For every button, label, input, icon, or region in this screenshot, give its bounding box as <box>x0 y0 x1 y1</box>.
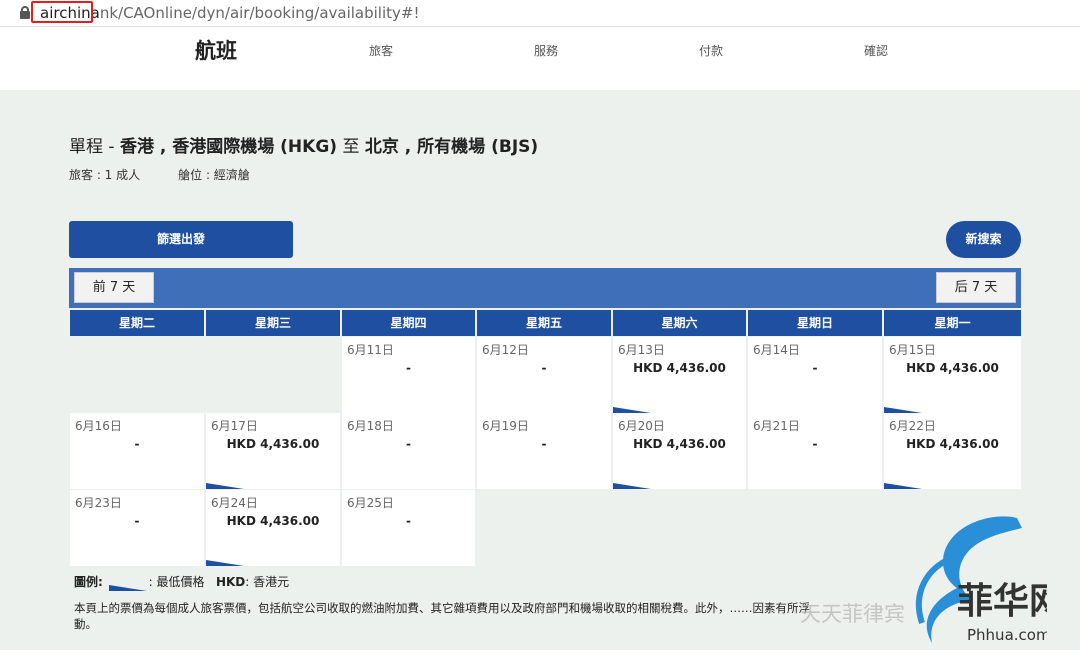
calendar-cell-empty <box>70 337 204 413</box>
calendar-cell[interactable]: 6月11日 - <box>342 337 475 413</box>
lowest-price-marker <box>613 483 651 489</box>
cell-date: 6月17日 <box>211 419 258 433</box>
prev-7-days-button[interactable]: 前 7 天 <box>74 272 154 303</box>
lowest-price-marker <box>206 483 244 489</box>
calendar-cell[interactable]: 6月18日 - <box>342 413 475 489</box>
calendar-cell[interactable]: 6月16日 - <box>70 413 204 489</box>
legend-title: 圖例: <box>74 575 103 589</box>
step-confirm[interactable]: 確認 <box>826 27 926 90</box>
cell-date: 6月11日 <box>347 343 394 357</box>
cell-date: 6月24日 <box>211 496 258 510</box>
cabin-class: 艙位 : 經濟艙 <box>178 168 250 182</box>
cell-date: 6月12日 <box>482 343 529 357</box>
cell-price: - <box>541 361 547 375</box>
cell-price: - <box>541 437 547 451</box>
day-header-sun: 星期日 <box>748 310 882 336</box>
trip-type: 單程 <box>69 137 103 157</box>
trip-title: 單程 - 香港 , 香港國際機場 (HKG) 至 北京 , 所有機場 (BJS) <box>69 137 539 157</box>
cell-price: HKD 4,436.00 <box>906 361 999 375</box>
url-text[interactable]: airchinank/CAOnline/dyn/air/booking/avai… <box>40 4 420 22</box>
cell-price: - <box>406 437 411 451</box>
cell-price: - <box>134 437 140 451</box>
cell-date: 6月13日 <box>618 343 665 357</box>
next-7-days-button[interactable]: 后 7 天 <box>936 272 1016 303</box>
day-header-mon: 星期一 <box>884 310 1021 336</box>
day-header-tue: 星期二 <box>70 310 204 336</box>
cell-date: 6月23日 <box>75 496 122 510</box>
calendar-cell[interactable]: 6月17日 HKD 4,436.00 <box>206 413 340 489</box>
fare-note: 本頁上的票價為每個成人旅客票價，包括航空公司收取的燃油附加費、其它雜項費用以及政… <box>74 601 810 631</box>
day-header-fri: 星期五 <box>477 310 611 336</box>
new-search-button[interactable]: 新搜索 <box>946 221 1021 258</box>
step-flights[interactable]: 航班 <box>166 27 266 90</box>
lowest-price-marker <box>206 560 244 566</box>
week-nav-bar: 前 7 天 后 7 天 <box>69 268 1021 308</box>
dragon-logo-icon: 菲华网 Phhua.com <box>897 508 1065 650</box>
calendar-cell[interactable]: 6月14日 - <box>748 337 882 413</box>
trip-origin: 香港 , 香港國際機場 (HKG) <box>119 137 338 157</box>
legend: 圖例: : 最低價格 HKD: 香港元 <box>74 573 290 591</box>
lowest-price-marker <box>884 483 922 489</box>
watermark-logo-text: 菲华网 <box>957 580 1047 622</box>
calendar-cell[interactable]: 6月21日 - <box>748 413 882 489</box>
cell-price: - <box>812 437 818 451</box>
cell-price: - <box>406 361 411 375</box>
watermark-logo-url: Phhua.com <box>967 626 1047 644</box>
passenger-count: 旅客 : 1 成人 <box>69 168 141 182</box>
cell-price: - <box>406 514 411 528</box>
lowest-price-swatch <box>108 580 147 591</box>
trip-to: 至 <box>342 137 360 157</box>
cell-date: 6月15日 <box>889 343 936 357</box>
browser-url-bar[interactable]: airchinank/CAOnline/dyn/air/booking/avai… <box>0 0 1080 27</box>
cell-date: 6月20日 <box>618 419 665 433</box>
day-header-wed: 星期三 <box>206 310 340 336</box>
cell-price: - <box>812 361 818 375</box>
cell-date: 6月25日 <box>347 496 394 510</box>
cell-date: 6月22日 <box>889 419 936 433</box>
cell-date: 6月18日 <box>347 419 394 433</box>
calendar-cell[interactable]: 6月23日 - <box>70 490 204 566</box>
calendar-cell-empty <box>206 337 340 413</box>
cell-date: 6月14日 <box>753 343 800 357</box>
calendar-cell[interactable]: 6月25日 - <box>342 490 475 566</box>
lock-icon <box>20 6 30 19</box>
day-header-sat: 星期六 <box>613 310 746 336</box>
watermark-text: 天天菲律宾 <box>800 602 905 626</box>
legend-lowest-label: : 最低價格 <box>148 575 205 589</box>
calendar-cell[interactable]: 6月13日 HKD 4,436.00 <box>613 337 746 413</box>
cell-date: 6月16日 <box>75 419 122 433</box>
trip-destination: 北京 , 所有機場 (BJS) <box>364 137 539 157</box>
calendar-cell-empty <box>748 490 882 566</box>
step-payment[interactable]: 付款 <box>661 27 761 90</box>
url-highlight-box <box>31 1 93 23</box>
cell-price: HKD 4,436.00 <box>906 437 999 451</box>
calendar-cell[interactable]: 6月15日 HKD 4,436.00 <box>884 337 1021 413</box>
legend-currency-label: : 香港元 <box>245 575 290 589</box>
cell-price: HKD 4,436.00 <box>633 437 726 451</box>
calendar-cell[interactable]: 6月19日 - <box>477 413 611 489</box>
day-header-thu: 星期四 <box>342 310 475 336</box>
cell-date: 6月19日 <box>482 419 529 433</box>
filter-departure-button[interactable]: 篩選出發 <box>69 221 293 258</box>
legend-currency-code: HKD <box>215 575 246 589</box>
calendar-cell[interactable]: 6月22日 HKD 4,436.00 <box>884 413 1021 489</box>
calendar-cell-empty <box>477 490 611 566</box>
step-services[interactable]: 服務 <box>496 27 596 90</box>
cell-price: - <box>134 514 140 528</box>
cell-price: HKD 4,436.00 <box>226 437 320 451</box>
calendar-cell[interactable]: 6月20日 HKD 4,436.00 <box>613 413 746 489</box>
url-path: nk/CAOnline/dyn/air/booking/availability… <box>99 4 420 22</box>
cell-date: 6月21日 <box>753 419 800 433</box>
calendar-cell-empty <box>613 490 746 566</box>
trip-meta: 旅客 : 1 成人 艙位 : 經濟艙 <box>69 166 250 183</box>
step-passengers[interactable]: 旅客 <box>331 27 431 90</box>
calendar-cell[interactable]: 6月12日 - <box>477 337 611 413</box>
cell-price: HKD 4,436.00 <box>633 361 726 375</box>
calendar-cell[interactable]: 6月24日 HKD 4,436.00 <box>206 490 340 566</box>
booking-steps: 航班 旅客 服務 付款 確認 <box>0 27 1080 90</box>
cell-price: HKD 4,436.00 <box>226 514 320 528</box>
